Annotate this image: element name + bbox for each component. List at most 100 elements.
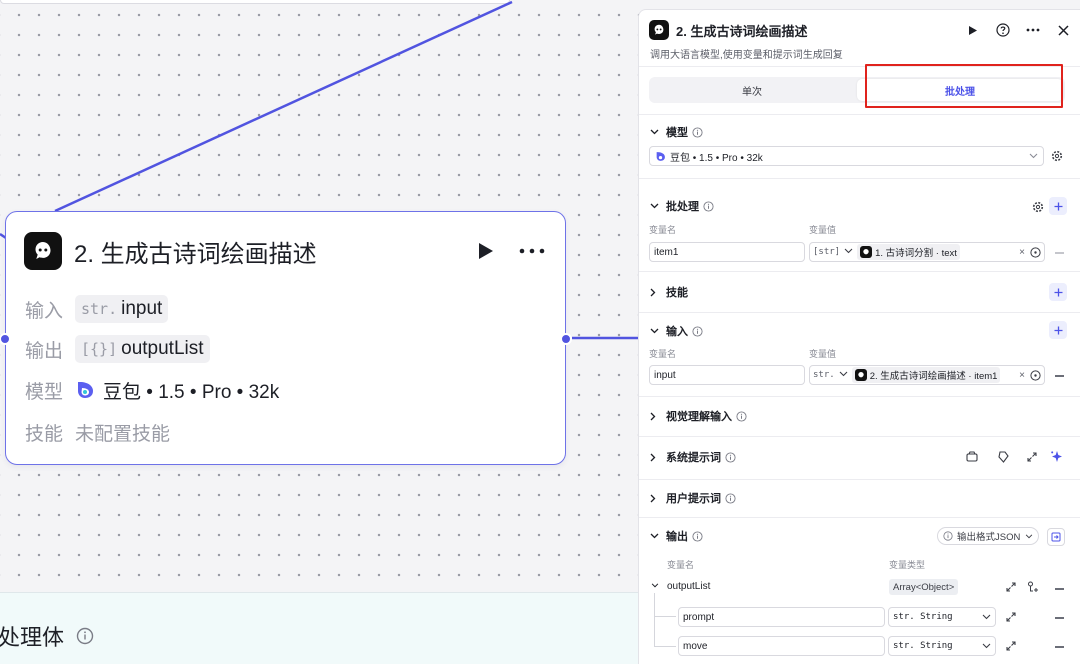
section-batch-label: 批处理 — [666, 201, 699, 213]
section-vision-input[interactable]: 视觉理解输入 — [650, 407, 747, 425]
batch-col-value: 变量值 — [809, 225, 837, 235]
info-icon — [943, 531, 953, 541]
tab-single[interactable]: 单次 — [649, 77, 855, 103]
section-inputs-label: 输入 — [666, 326, 688, 338]
node-config-panel: 2. 生成古诗词绘画描述 调用大语言模型,使用变量和提示词生成回复 单次 批处理… — [638, 9, 1080, 664]
section-user-prompt[interactable]: 用户提示词 — [650, 489, 736, 507]
add-skill-button[interactable] — [1049, 283, 1067, 301]
skills-label: 技能 — [25, 423, 64, 445]
output-child-name-input[interactable]: prompt — [678, 607, 885, 627]
output-root-name[interactable]: outputList — [667, 581, 710, 592]
batch-col-name: 变量名 — [649, 225, 677, 235]
model-select[interactable]: 豆包 • 1.5 • Pro • 32k — [649, 146, 1044, 166]
input-label: 输入 — [25, 300, 64, 322]
skills-value: 未配置技能 — [75, 423, 171, 445]
output-child-type-select[interactable]: str. String — [888, 607, 996, 627]
section-batch[interactable]: 批处理 — [650, 197, 714, 215]
section-skills[interactable]: 技能 — [650, 283, 688, 301]
panel-title: 2. 生成古诗词绘画描述 — [676, 23, 808, 39]
add-input-button[interactable] — [1049, 321, 1067, 339]
clear-icon[interactable]: × — [1019, 247, 1025, 258]
batch-settings-gear-icon[interactable] — [1032, 201, 1044, 213]
expand-icon[interactable] — [1027, 452, 1037, 462]
variable-picker-icon[interactable] — [1030, 369, 1041, 381]
model-settings-gear-icon[interactable] — [1051, 150, 1063, 162]
output-format-select[interactable]: 输出格式JSON — [937, 527, 1039, 545]
help-icon[interactable] — [996, 23, 1010, 37]
info-icon — [736, 410, 747, 422]
section-output[interactable]: 输出 — [650, 527, 703, 545]
clear-icon[interactable]: × — [1019, 370, 1025, 381]
play-icon[interactable] — [966, 23, 980, 37]
input-pill: str. input — [75, 295, 169, 323]
remove-output-child-icon[interactable] — [1055, 617, 1064, 619]
section-model[interactable]: 模型 — [650, 123, 703, 141]
info-icon — [76, 627, 94, 645]
divider — [639, 312, 1080, 313]
panel-subtitle: 调用大语言模型,使用变量和提示词生成回复 — [650, 50, 843, 61]
info-icon — [692, 530, 703, 542]
node-output-handle[interactable] — [560, 333, 572, 345]
section-vision-label: 视觉理解输入 — [666, 411, 732, 423]
remove-output-root-icon[interactable] — [1055, 588, 1064, 590]
str-type-icon: str. — [81, 300, 118, 318]
prompt-library-icon[interactable] — [966, 451, 978, 462]
chevron-down-icon — [650, 201, 660, 211]
chevron-down-icon — [650, 326, 660, 336]
divider — [639, 271, 1080, 272]
tree-connector — [654, 593, 655, 647]
expand-icon[interactable] — [1006, 582, 1016, 592]
info-icon — [725, 451, 736, 463]
close-icon[interactable] — [1056, 23, 1070, 37]
import-output-button[interactable] — [1047, 528, 1065, 546]
batch-var-value-field[interactable]: [str] 1. 古诗词分割 · text × — [809, 242, 1045, 262]
expand-icon[interactable] — [1006, 612, 1016, 622]
chevron-down-icon — [982, 643, 991, 649]
batch-ref-text: 1. 古诗词分割 · text — [875, 248, 957, 259]
info-icon — [703, 200, 714, 212]
input-ref-chip: 2. 生成古诗词绘画描述 · item1 — [851, 367, 1001, 383]
ai-sparkle-icon[interactable] — [1050, 450, 1063, 463]
llm-node-card[interactable]: 2. 生成古诗词绘画描述 输入 str. input 输出 [{}] outpu… — [5, 211, 566, 465]
section-inputs[interactable]: 输入 — [650, 322, 703, 340]
section-system-prompt[interactable]: 系统提示词 — [650, 448, 736, 466]
remove-output-child-icon[interactable] — [1055, 646, 1064, 648]
input-var-value-field[interactable]: str. 2. 生成古诗词绘画描述 · item1 × — [809, 365, 1045, 385]
tag-icon[interactable] — [998, 451, 1009, 463]
variable-picker-icon[interactable] — [1030, 246, 1041, 258]
model-value: 豆包 • 1.5 • Pro • 32k — [103, 381, 280, 403]
section-user-prompt-label: 用户提示词 — [666, 493, 721, 505]
loop-body-title: 处理体 — [0, 625, 65, 650]
add-child-field-icon[interactable] — [1027, 581, 1039, 593]
chevron-right-icon — [650, 493, 660, 503]
loop-body-node[interactable] — [0, 592, 640, 664]
output-child-name-input[interactable]: move — [678, 636, 885, 656]
remove-input-row-icon[interactable] — [1055, 375, 1064, 377]
batch-ref-chip: 1. 古诗词分割 · text — [857, 244, 960, 260]
output-child-type-select[interactable]: str. String — [888, 636, 996, 656]
section-system-prompt-label: 系统提示词 — [666, 452, 721, 464]
play-icon[interactable] — [475, 240, 497, 262]
divider — [639, 396, 1080, 397]
doubao-logo-icon — [75, 380, 95, 400]
more-icon[interactable] — [517, 240, 547, 262]
batch-var-name-input[interactable]: item1 — [649, 242, 805, 262]
section-output-label: 输出 — [666, 531, 688, 543]
inputs-col-value: 变量值 — [809, 349, 837, 359]
output-label: 输出 — [25, 340, 64, 362]
input-type-select[interactable]: str. — [813, 370, 835, 380]
input-var-name: input — [121, 298, 163, 319]
highlight-box — [865, 64, 1063, 108]
chevron-right-icon — [650, 452, 660, 462]
batch-type-select[interactable]: [str] — [813, 247, 840, 257]
info-icon — [725, 492, 736, 504]
chevron-down-icon[interactable] — [651, 583, 659, 588]
expand-icon[interactable] — [1006, 641, 1016, 651]
divider — [639, 114, 1080, 115]
add-batch-variable-button[interactable] — [1049, 197, 1067, 215]
input-var-name-input[interactable]: input — [649, 365, 805, 385]
tree-connector — [654, 646, 676, 647]
remove-batch-row-icon[interactable] — [1055, 252, 1064, 254]
output-format-label: 输出格式JSON — [957, 532, 1021, 543]
more-icon[interactable] — [1026, 23, 1040, 37]
